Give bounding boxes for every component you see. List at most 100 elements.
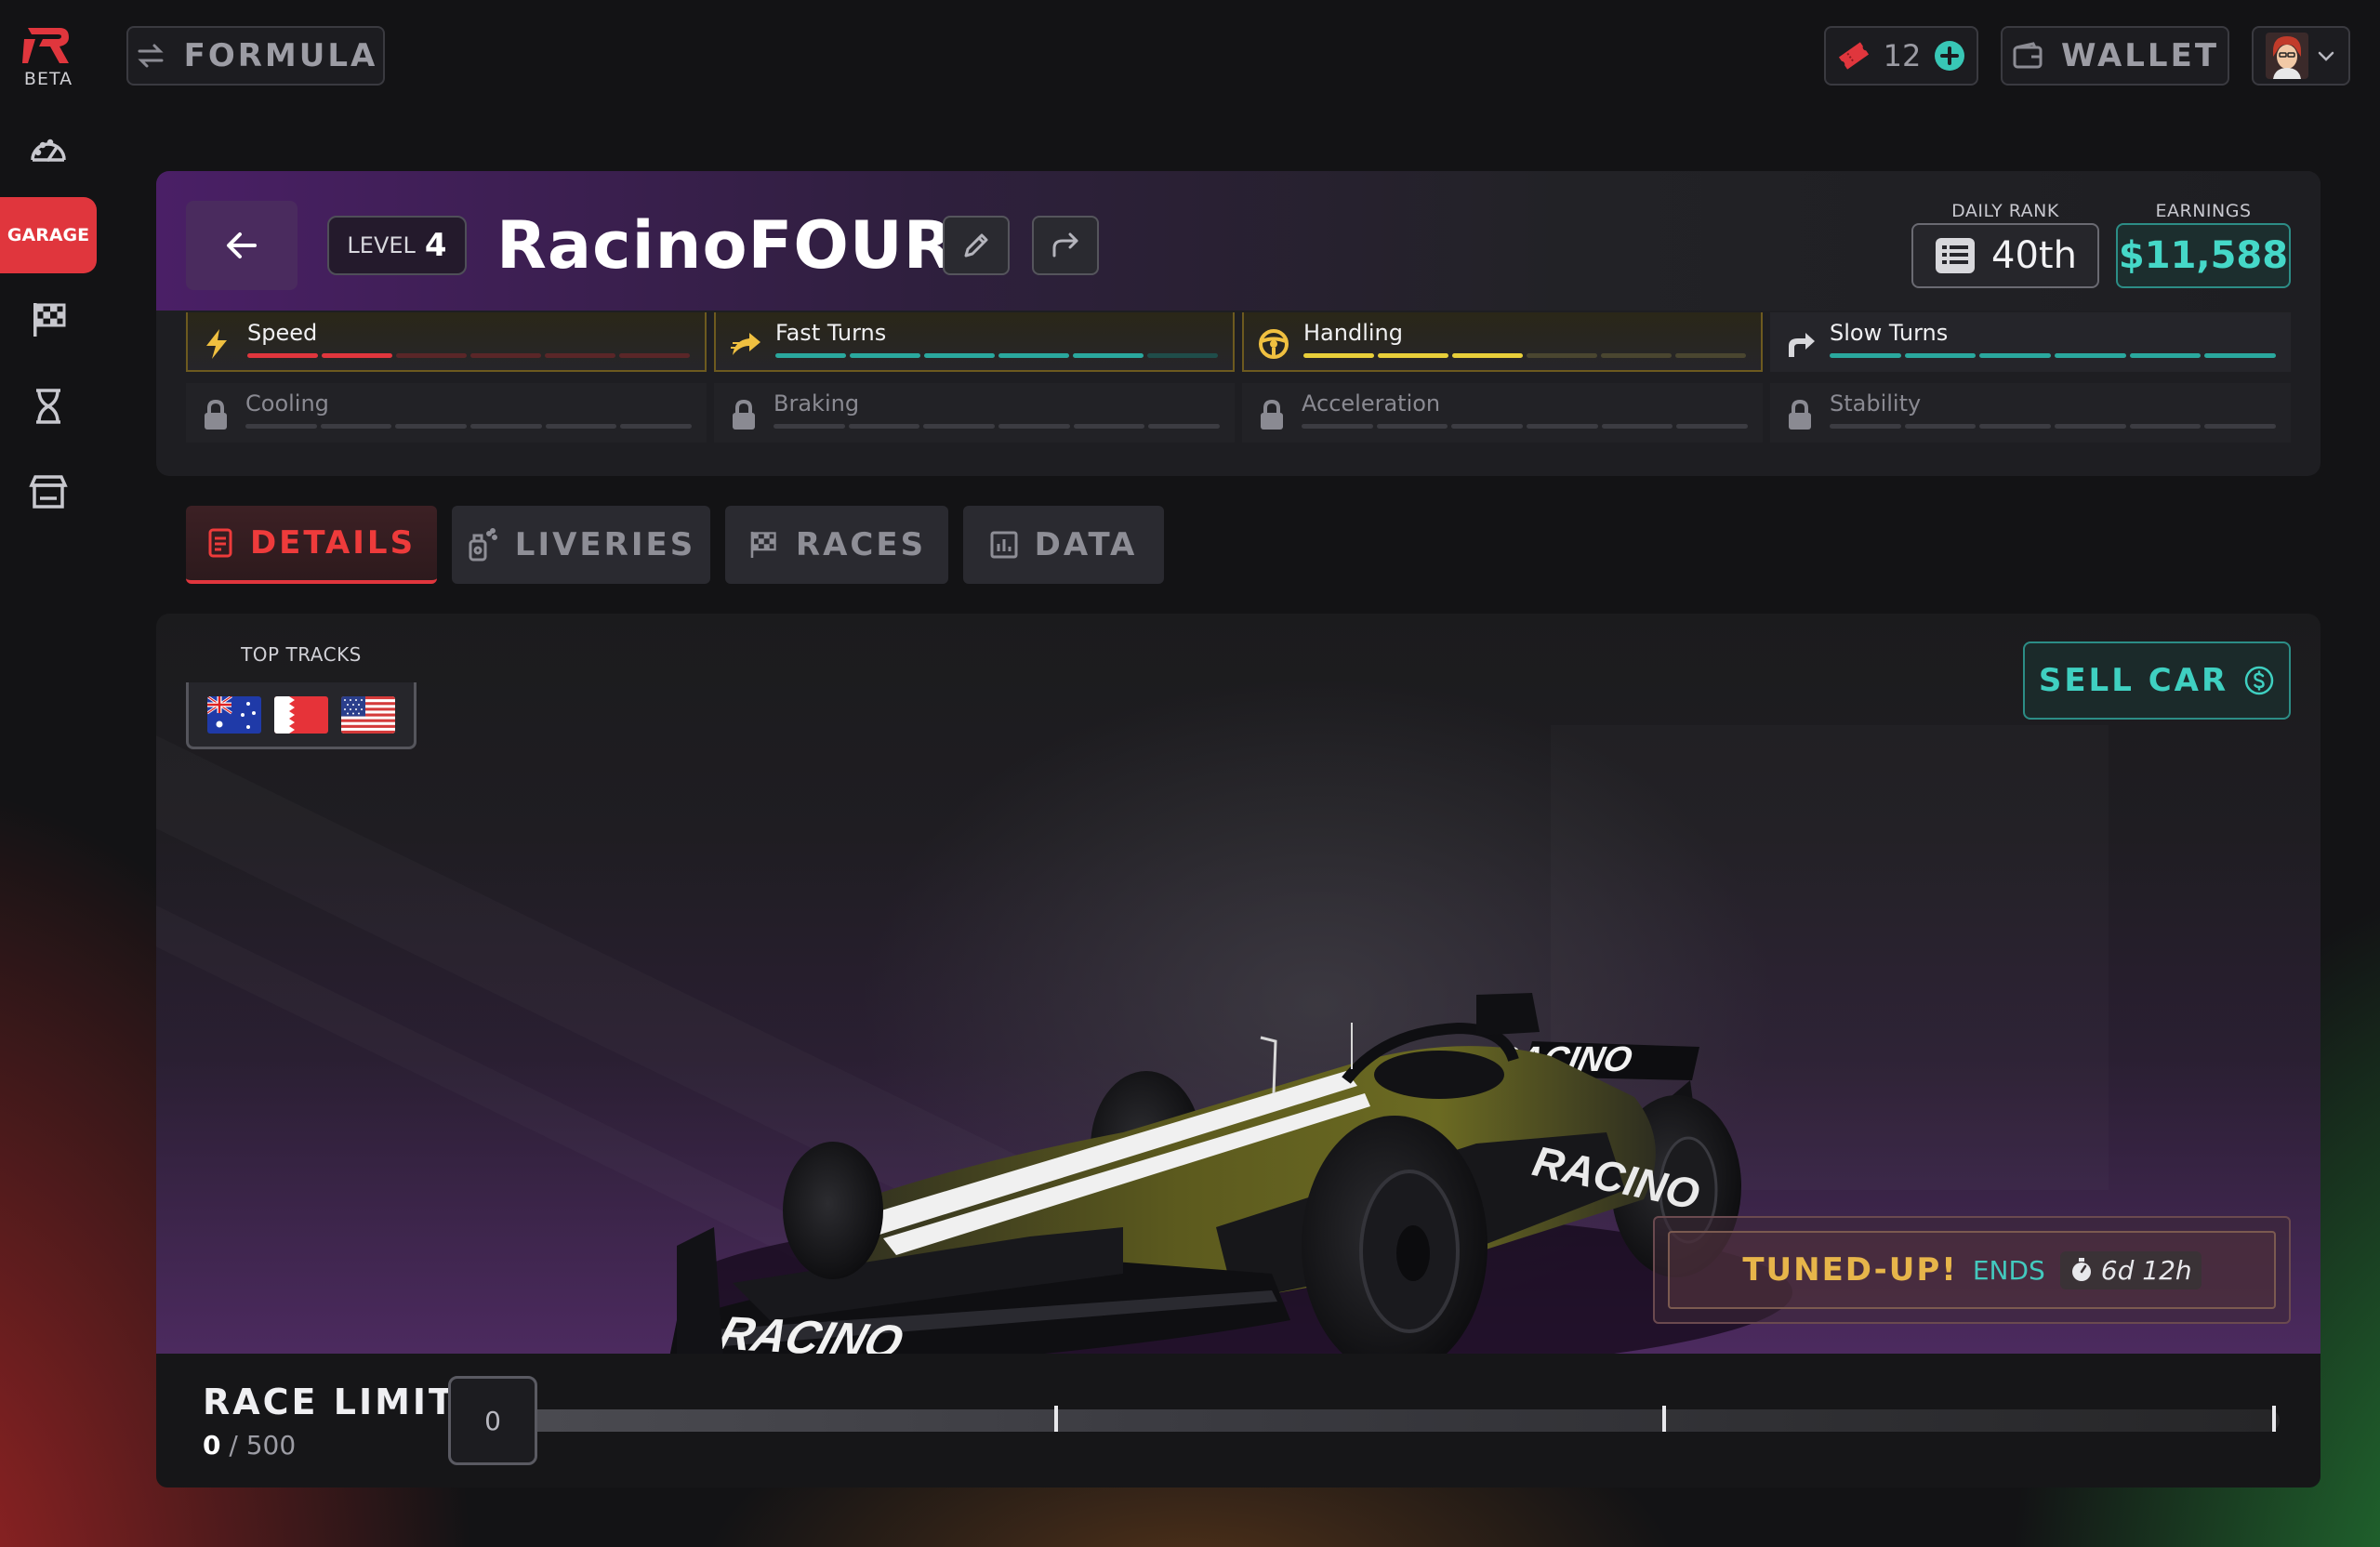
daily-rank-box: 40th: [1911, 223, 2099, 288]
stat-bar-segment: [924, 353, 995, 358]
ticket-icon: [1838, 42, 1869, 70]
share-arrow-icon: [1052, 232, 1078, 258]
tab-liveries[interactable]: LIVERIES: [452, 506, 710, 584]
sell-car-button[interactable]: SELL CAR: [2023, 641, 2291, 720]
stat-row-acceleration: Acceleration: [1242, 383, 1763, 443]
race-limit-max: 500: [245, 1430, 297, 1461]
top-tracks-label: TOP TRACKS: [241, 643, 362, 666]
add-tickets-icon[interactable]: [1934, 40, 1965, 72]
stat-bar: [1830, 424, 2277, 430]
pencil-icon: [964, 233, 988, 258]
stat-bar-segment: [1830, 353, 1901, 358]
stat-bar: [245, 424, 693, 430]
stat-bar-segment: [247, 353, 318, 358]
stat-row-slow-turns: Slow Turns: [1770, 312, 2291, 372]
race-limit-count: 0 / 500: [203, 1430, 296, 1461]
stat-bar: [1303, 353, 1746, 359]
race-limit-separator: /: [229, 1430, 238, 1461]
earnings-label: EARNINGS: [2155, 201, 2252, 221]
stat-bar-segment: [1676, 424, 1749, 429]
stat-bar-segment: [1378, 353, 1448, 358]
fast-turn-icon: [729, 327, 762, 361]
wallet-button[interactable]: WALLET: [2001, 26, 2229, 86]
stat-bar-segment: [1147, 353, 1218, 358]
tab-details[interactable]: DETAILS: [186, 506, 437, 584]
speedometer-icon: [31, 139, 66, 162]
stat-bar-segment: [396, 353, 467, 358]
tab-label: LIVERIES: [514, 526, 696, 563]
sidebar: BETA GARAGE: [0, 0, 97, 1547]
sidebar-item-garage[interactable]: GARAGE: [0, 197, 97, 273]
bahrain-flag-icon[interactable]: [274, 695, 328, 734]
sidebar-item-races[interactable]: [0, 281, 97, 357]
formula-mode-label: FORMULA: [183, 37, 378, 74]
stat-row-fast-turns: Fast Turns: [714, 312, 1235, 372]
stat-name: Handling: [1303, 320, 1403, 346]
car-header-card: LEVEL 4 RacinoFOUR DAILY RANK 40th EARNI…: [156, 171, 2320, 476]
stat-bar-segment: [850, 353, 920, 358]
timer-chip: 6d 12h: [2059, 1250, 2202, 1289]
stat-row-speed: Speed: [186, 312, 707, 372]
stat-bar-segment: [322, 353, 392, 358]
sidebar-item-timers[interactable]: [0, 368, 97, 444]
sidebar-item-shop[interactable]: [0, 454, 97, 530]
earnings-value: $11,588: [2118, 234, 2289, 277]
avatar: [2266, 33, 2308, 79]
sidebar-item-label: GARAGE: [7, 225, 90, 245]
stat-name: Slow Turns: [1830, 320, 1949, 346]
stat-bar-segment: [2055, 353, 2126, 358]
sidebar-item-dashboard[interactable]: [0, 113, 97, 190]
race-limit-value-box: 0: [448, 1376, 537, 1465]
stat-bar-segment: [619, 353, 690, 358]
stat-bar-segment: [1675, 353, 1746, 358]
stopwatch-icon: [2071, 1258, 2091, 1281]
tickets-button[interactable]: 12: [1824, 26, 1978, 86]
stat-name: Acceleration: [1302, 390, 1441, 416]
daily-rank-label: DAILY RANK: [1951, 201, 2059, 221]
lock-icon: [199, 398, 232, 431]
stat-bar-segment: [1376, 424, 1448, 429]
stat-bar-segment: [1148, 424, 1221, 429]
lightning-icon: [201, 327, 234, 361]
stat-bar-segment: [1302, 424, 1373, 429]
app-logo[interactable]: BETA: [17, 24, 80, 89]
stat-bar-segment: [775, 353, 846, 358]
steering-wheel-icon: [1257, 327, 1290, 361]
stat-bar-segment: [848, 424, 920, 429]
stat-bar-segment: [1527, 353, 1597, 358]
stat-bar-segment: [1451, 424, 1524, 429]
hourglass-icon: [36, 389, 60, 424]
rename-button[interactable]: [943, 216, 1010, 275]
arrow-left-icon: [227, 232, 257, 258]
tuned-up-banner: TUNED-UP! ENDS 6d 12h: [1653, 1216, 2291, 1324]
stat-bar-segment: [1979, 424, 2052, 429]
stat-bar-segment: [1073, 353, 1144, 358]
top-tracks-flags: [186, 682, 416, 749]
share-button[interactable]: [1032, 216, 1099, 275]
stat-bar-segment: [2204, 353, 2277, 358]
stat-row-cooling: Cooling: [186, 383, 707, 443]
race-limit-title: RACE LIMIT: [203, 1382, 456, 1422]
sell-car-label: SELL CAR: [2038, 662, 2229, 699]
stat-bar-segment: [470, 424, 542, 429]
back-button[interactable]: [186, 201, 298, 290]
tab-label: DATA: [1034, 526, 1138, 563]
australia-flag-icon[interactable]: [207, 695, 261, 734]
stat-bar-segment: [1527, 424, 1598, 429]
checkered-flag-icon: [750, 531, 776, 559]
formula-mode-button[interactable]: FORMULA: [126, 26, 385, 86]
tab-races[interactable]: RACES: [725, 506, 948, 584]
tuned-up-inner: TUNED-UP! ENDS 6d 12h: [1668, 1231, 2276, 1309]
profile-menu-button[interactable]: [2252, 26, 2350, 86]
stat-bar-segment: [470, 353, 541, 358]
stat-bar-segment: [1830, 424, 1901, 429]
document-icon: [208, 528, 232, 558]
store-icon: [29, 475, 68, 509]
stat-bar-segment: [2129, 424, 2202, 429]
stat-bar-segment: [923, 424, 996, 429]
progress-tick: [1662, 1406, 1666, 1432]
stat-row-stability: Stability: [1770, 383, 2291, 443]
usa-flag-icon[interactable]: [341, 695, 395, 734]
stat-bar-segment: [545, 424, 617, 429]
tab-data[interactable]: DATA: [963, 506, 1164, 584]
